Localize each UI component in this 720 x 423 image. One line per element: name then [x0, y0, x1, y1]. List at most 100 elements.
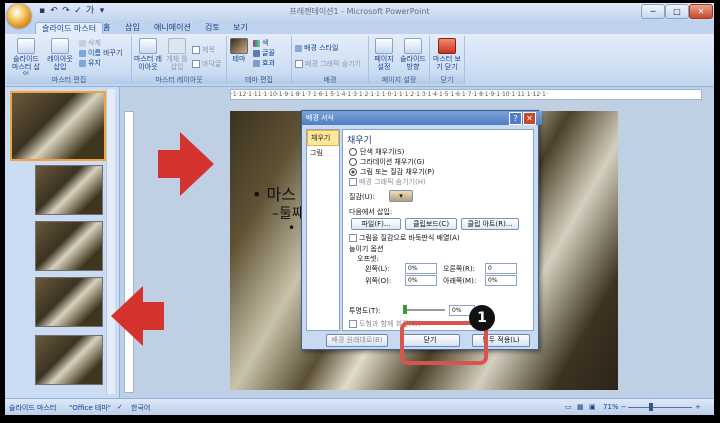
master-layout-icon	[139, 38, 157, 54]
preserve-button[interactable]: 유지	[79, 59, 101, 68]
offset-right-input[interactable]: 0	[485, 263, 517, 274]
transparency-slider-thumb[interactable]	[403, 305, 407, 314]
zoom-slider-thumb[interactable]	[648, 403, 653, 411]
spellcheck-icon[interactable]: ✓	[117, 403, 123, 411]
minimize-button[interactable]: ─	[641, 4, 665, 19]
rename-button[interactable]: 이름 바꾸기	[79, 49, 122, 58]
tab-insert[interactable]: 삽입	[119, 22, 146, 34]
thumbnail-layout[interactable]	[35, 277, 103, 327]
title-check	[192, 46, 200, 54]
tab-review[interactable]: 검토	[199, 22, 226, 34]
thumbnail-layout[interactable]	[35, 165, 103, 215]
view-sorter-icon[interactable]: ▦	[577, 403, 584, 411]
theme-button[interactable]: 테마	[229, 38, 249, 63]
insert-master-button[interactable]: 슬라이드 마스터 삽입	[9, 38, 43, 79]
check-tile	[349, 234, 357, 242]
tab-animation[interactable]: 애니메이션	[148, 22, 197, 34]
offset-bottom-label: 아래쪽(M):	[443, 277, 477, 285]
zoom-level[interactable]: 71%	[603, 403, 619, 411]
dialog-close-icon[interactable]: ✕	[523, 112, 536, 125]
fonts-button[interactable]: 글꼴	[253, 49, 275, 58]
orientation-label: 슬라이드 방향	[400, 55, 426, 71]
dialog-help-button[interactable]: ?	[509, 112, 522, 125]
effects-button[interactable]: 효과	[253, 59, 275, 68]
option-solid-label: 단색 채우기(S)	[360, 148, 405, 156]
hide-graphics-checkbox[interactable]: 배경 그래픽 숨기기	[295, 60, 361, 69]
rename-label: 이름 바꾸기	[88, 49, 123, 57]
hide-graphics-check	[295, 60, 303, 68]
offset-left-input[interactable]: 0%	[405, 263, 437, 274]
view-normal-icon[interactable]: ▭	[565, 403, 572, 411]
thumbnail-layout[interactable]	[35, 335, 103, 385]
placeholder-icon	[168, 38, 186, 54]
step-number-badge: 1	[469, 305, 495, 331]
group-label-page-setup: 페이지 설정	[369, 75, 429, 84]
offset-bottom-input[interactable]: 0%	[485, 275, 517, 286]
thumbnail-scrollbar[interactable]	[106, 89, 115, 394]
category-fill[interactable]: 채우기	[307, 130, 339, 146]
offset-right-label: 오른쪽(R):	[443, 265, 476, 273]
effects-icon	[253, 59, 260, 67]
option-picture-fill[interactable]: 그림 또는 질감 채우기(P)	[349, 167, 434, 177]
format-background-dialog: 배경 서식 ? ✕ 채우기 그림 채우기 단색 채우기(S) 그라데이션 채우기…	[301, 110, 542, 350]
tile-checkbox[interactable]: 그림을 질감으로 바둑판식 배열(A)	[349, 233, 460, 243]
offset-top-label: 위쪽(O):	[365, 277, 392, 285]
colors-button[interactable]: 색	[253, 39, 268, 48]
status-language[interactable]: 한국어	[131, 403, 150, 413]
check-hide-graphics	[349, 178, 357, 186]
texture-dropdown[interactable]: ▾	[389, 190, 413, 202]
tab-home[interactable]: 홈	[97, 22, 116, 34]
close-master-view-button[interactable]: 마스터 보기 닫기	[432, 38, 462, 71]
preserve-label: 유지	[88, 59, 101, 67]
slide-bullet-1[interactable]: • 마스	[252, 181, 296, 205]
option-solid-fill[interactable]: 단색 채우기(S)	[349, 147, 404, 157]
zoom-out-icon[interactable]: −	[621, 403, 627, 411]
master-layout-button[interactable]: 마스터 레이아웃	[134, 38, 162, 71]
close-window-button[interactable]: ✕	[689, 4, 713, 19]
texture-label: 질감(U):	[349, 193, 375, 201]
page-setup-icon	[375, 38, 393, 54]
insert-placeholder-button[interactable]: 개체 틀 삽입	[164, 38, 190, 71]
thumbnail-layout[interactable]	[35, 221, 103, 271]
footer-check	[192, 60, 200, 68]
reset-background-button[interactable]: 배경 원래대로(B)	[326, 334, 388, 347]
ribbon-tabs: 슬라이드 마스터 홈 삽입 애니메이션 검토 보기	[5, 20, 714, 35]
background-styles-icon	[295, 44, 302, 52]
title-checkbox[interactable]: 제목	[192, 46, 215, 55]
insert-layout-label: 레이아웃 삽입	[47, 55, 73, 71]
offsets-label: 오프셋:	[357, 255, 379, 263]
transparency-slider[interactable]	[403, 309, 445, 311]
clipboard-button[interactable]: 클립보드(C)	[405, 218, 457, 230]
group-background: 배경 스타일 배경 그래픽 숨기기 배경	[292, 36, 369, 84]
background-styles-button[interactable]: 배경 스타일	[295, 44, 338, 53]
tab-view[interactable]: 보기	[227, 22, 254, 34]
delete-button[interactable]: 삭제	[79, 39, 101, 48]
ribbon: 슬라이드 마스터 삽입 레이아웃 삽입 삭제 이름 바꾸기 유지 마스터 편집 …	[5, 34, 714, 87]
file-button[interactable]: 파일(F)...	[351, 218, 401, 230]
slide-thumbnail-pane: 1	[5, 87, 120, 398]
orientation-button[interactable]: 슬라이드 방향	[399, 38, 427, 71]
footer-checkbox[interactable]: 바닥글	[192, 60, 221, 69]
slide-bullet-3[interactable]: •	[288, 221, 295, 235]
vertical-ruler	[124, 111, 134, 393]
slide-bullet-2[interactable]: –둘째	[272, 203, 305, 223]
maximize-button[interactable]: □	[665, 4, 689, 19]
page-setup-button[interactable]: 페이지 설정	[371, 38, 397, 71]
thumbnail-master[interactable]	[10, 91, 106, 161]
view-slideshow-icon[interactable]: ▣	[589, 403, 596, 411]
zoom-in-icon[interactable]: +	[695, 403, 701, 411]
category-picture[interactable]: 그림	[307, 146, 339, 160]
offset-top-input[interactable]: 0%	[405, 275, 437, 286]
office-button[interactable]	[7, 4, 31, 28]
close-master-view-label: 마스터 보기 닫기	[433, 55, 461, 71]
effects-label: 효과	[262, 59, 275, 67]
clipart-button[interactable]: 클립 아트(R)...	[461, 218, 519, 230]
zoom-slider[interactable]	[628, 407, 692, 408]
option-gradient-fill[interactable]: 그라데이션 채우기(G)	[349, 157, 425, 167]
option-hide-graphics[interactable]: 배경 그래픽 숨기기(H)	[349, 177, 426, 187]
orientation-icon	[404, 38, 422, 54]
background-styles-label: 배경 스타일	[304, 44, 339, 52]
group-master-layout: 마스터 레이아웃 개체 틀 삽입 제목 바닥글 마스터 레이아웃	[132, 36, 227, 84]
title-check-label: 제목	[202, 46, 215, 54]
insert-layout-button[interactable]: 레이아웃 삽입	[45, 38, 75, 71]
